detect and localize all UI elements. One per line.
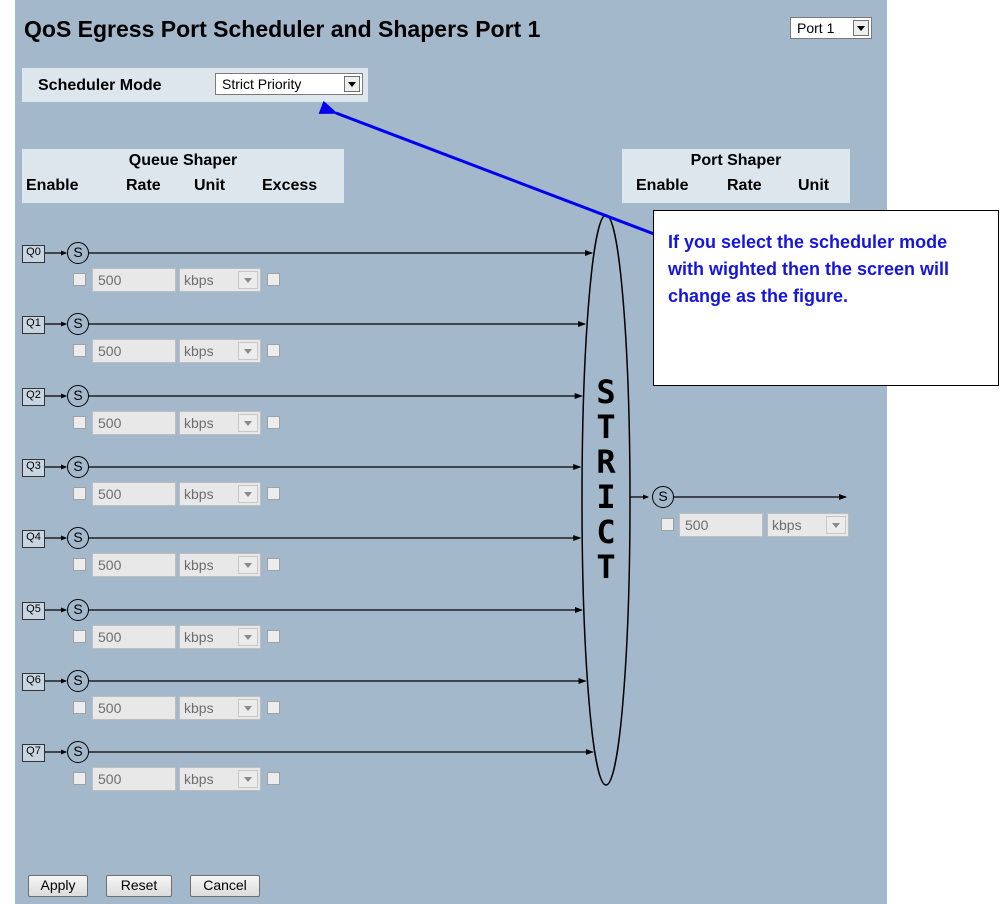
queue-unit-value: kbps (184, 343, 214, 359)
queue-excess-checkbox[interactable] (267, 273, 280, 286)
queue-enable-checkbox[interactable] (73, 344, 86, 357)
port-shaper-rate-input[interactable]: 500 (679, 513, 763, 537)
queue-excess-checkbox[interactable] (267, 772, 280, 785)
chevron-down-icon[interactable] (238, 342, 258, 360)
queue-unit-value: kbps (184, 629, 214, 645)
port-shaper-enable-checkbox[interactable] (661, 518, 674, 531)
strict-letter: T (596, 548, 616, 586)
strict-label: S T R I C T (591, 375, 621, 585)
port-shaper-unit-select[interactable]: kbps (767, 513, 849, 537)
queue-excess-checkbox[interactable] (267, 558, 280, 571)
chevron-down-icon[interactable] (238, 556, 258, 574)
queue-unit-value: kbps (184, 272, 214, 288)
chevron-down-icon[interactable] (238, 770, 258, 788)
strict-letter: T (596, 408, 616, 446)
queue-shaper-s-icon: S (67, 599, 89, 621)
queue-unit-value: kbps (184, 771, 214, 787)
queue-unit-select[interactable]: kbps (179, 696, 261, 720)
queue-enable-checkbox[interactable] (73, 273, 86, 286)
queue-label: Q7 (22, 744, 45, 762)
queue-label: Q0 (22, 245, 45, 263)
queue-label: Q6 (22, 673, 45, 691)
chevron-down-icon[interactable] (238, 699, 258, 717)
chevron-down-icon[interactable] (238, 271, 258, 289)
strict-letter: S (596, 373, 616, 411)
queue-unit-select[interactable]: kbps (179, 625, 261, 649)
queue-rate-input[interactable]: 500 (92, 767, 176, 791)
queue-unit-value: kbps (184, 557, 214, 573)
queue-label: Q5 (22, 602, 45, 620)
queue-rate-input[interactable]: 500 (92, 411, 176, 435)
reset-button[interactable]: Reset (106, 875, 172, 897)
port-shaper-unit-value: kbps (772, 517, 802, 533)
queue-label: Q1 (22, 316, 45, 334)
queue-unit-value: kbps (184, 486, 214, 502)
chevron-down-icon[interactable] (238, 414, 258, 432)
queue-rate-input[interactable]: 500 (92, 553, 176, 577)
queue-excess-checkbox[interactable] (267, 630, 280, 643)
queue-unit-select[interactable]: kbps (179, 482, 261, 506)
queue-unit-select[interactable]: kbps (179, 268, 261, 292)
queue-label: Q2 (22, 388, 45, 406)
queue-rate-input[interactable]: 500 (92, 268, 176, 292)
queue-label: Q4 (22, 530, 45, 548)
queue-enable-checkbox[interactable] (73, 701, 86, 714)
queue-unit-select[interactable]: kbps (179, 767, 261, 791)
queue-enable-checkbox[interactable] (73, 772, 86, 785)
queue-unit-select[interactable]: kbps (179, 339, 261, 363)
queue-excess-checkbox[interactable] (267, 701, 280, 714)
strict-letter: R (596, 443, 616, 481)
queue-enable-checkbox[interactable] (73, 487, 86, 500)
queue-label: Q3 (22, 459, 45, 477)
queue-rate-input[interactable]: 500 (92, 482, 176, 506)
cancel-button[interactable]: Cancel (190, 875, 260, 897)
strict-letter: I (596, 478, 616, 516)
queue-unit-value: kbps (184, 415, 214, 431)
callout-note: If you select the scheduler mode with wi… (653, 210, 999, 386)
strict-letter: C (596, 513, 616, 551)
queue-shaper-s-icon: S (67, 242, 89, 264)
queue-rate-input[interactable]: 500 (92, 339, 176, 363)
queue-excess-checkbox[interactable] (267, 344, 280, 357)
queue-shaper-s-icon: S (67, 456, 89, 478)
queue-unit-value: kbps (184, 700, 214, 716)
queue-enable-checkbox[interactable] (73, 630, 86, 643)
queue-shaper-s-icon: S (67, 741, 89, 763)
queue-unit-select[interactable]: kbps (179, 553, 261, 577)
queue-excess-checkbox[interactable] (267, 416, 280, 429)
queue-shaper-s-icon: S (67, 385, 89, 407)
queue-rate-input[interactable]: 500 (92, 696, 176, 720)
queue-enable-checkbox[interactable] (73, 416, 86, 429)
chevron-down-icon[interactable] (826, 516, 846, 534)
queue-unit-select[interactable]: kbps (179, 411, 261, 435)
queue-rate-input[interactable]: 500 (92, 625, 176, 649)
chevron-down-icon[interactable] (238, 485, 258, 503)
callout-pointer-arrow (318, 100, 663, 239)
queue-enable-checkbox[interactable] (73, 558, 86, 571)
queue-shaper-s-icon: S (67, 527, 89, 549)
queue-shaper-s-icon: S (67, 313, 89, 335)
port-shaper-s-icon: S (652, 486, 674, 508)
apply-button[interactable]: Apply (28, 875, 88, 897)
chevron-down-icon[interactable] (238, 628, 258, 646)
queue-excess-checkbox[interactable] (267, 487, 280, 500)
queue-shaper-s-icon: S (67, 670, 89, 692)
